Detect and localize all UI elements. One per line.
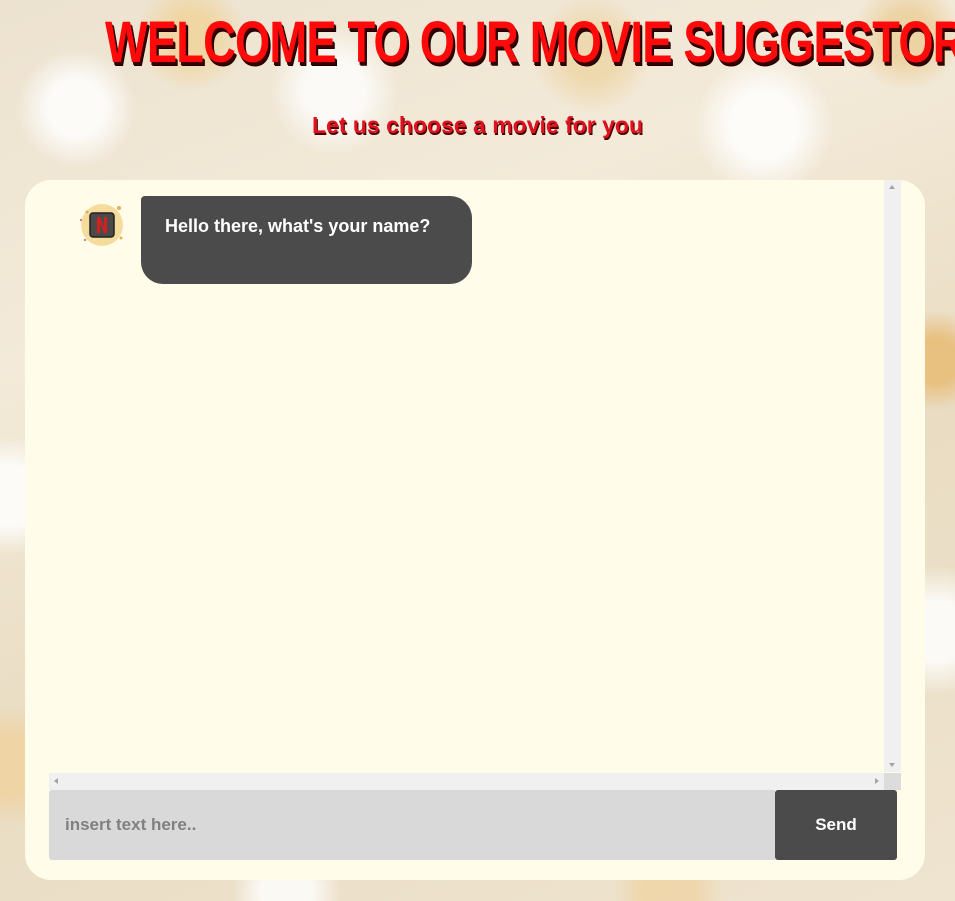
scroll-up-arrow-icon[interactable] <box>889 185 895 189</box>
chat-panel: Hello there, what's your name? Send <box>25 180 925 880</box>
message-input[interactable] <box>49 790 775 860</box>
scrollbar-corner <box>884 773 901 790</box>
netflix-logo-icon <box>79 202 125 248</box>
horizontal-scrollbar[interactable] <box>49 773 884 790</box>
vertical-scrollbar[interactable] <box>884 180 901 772</box>
page-title: WELCOME TO OUR MOVIE SUGGESTOR! <box>104 10 955 75</box>
scroll-left-arrow-icon[interactable] <box>54 778 58 784</box>
bot-message-bubble: Hello there, what's your name? <box>141 196 472 284</box>
message-composer: Send <box>49 790 897 860</box>
page-subtitle: Let us choose a movie for you <box>311 112 644 138</box>
send-button[interactable]: Send <box>775 790 897 860</box>
chat-messages-area[interactable]: Hello there, what's your name? <box>49 180 901 790</box>
scroll-down-arrow-icon[interactable] <box>889 763 895 767</box>
scroll-right-arrow-icon[interactable] <box>875 778 879 784</box>
